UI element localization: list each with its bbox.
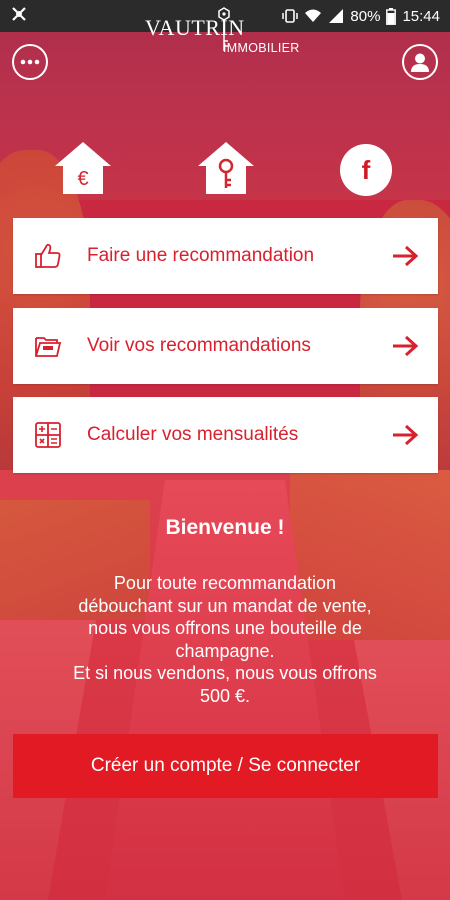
svg-text:€: €: [77, 168, 88, 190]
open-folder-icon: [33, 331, 63, 361]
welcome-line: Pour toute recommandation: [113, 573, 337, 593]
battery-icon: [386, 7, 397, 25]
logo-sub-text: IMMOBILIER: [223, 41, 300, 55]
welcome-line: nous vous offrons une bouteille de: [88, 618, 362, 638]
more-dots-icon[interactable]: [12, 44, 48, 80]
app-notification-icon: [10, 5, 28, 27]
arrow-right-icon: [390, 241, 420, 271]
action-view-recommendations[interactable]: Voir vos recommandations: [13, 308, 438, 384]
action-label: Voir vos recommandations: [87, 335, 311, 356]
brand-logo: VAUTRIN IMMOBILIER: [145, 7, 310, 59]
action-label: Faire une recommandation: [87, 245, 315, 266]
welcome-line: débouchant sur un mandat de vente,: [78, 595, 372, 616]
facebook-icon[interactable]: f: [340, 144, 392, 196]
user-account-icon[interactable]: [402, 44, 438, 80]
battery-percent: 80%: [350, 7, 381, 25]
calculator-icon: [33, 420, 63, 450]
welcome-message: Pour toute recommandation débouchant sur…: [20, 572, 430, 707]
action-calculate[interactable]: Calculer vos mensualités: [13, 397, 438, 473]
thumbs-up-icon: [33, 241, 63, 271]
create-account-login-button[interactable]: Créer un compte / Se connecter: [13, 734, 438, 798]
shortcut-bar: € f: [0, 140, 450, 200]
welcome-line: 500 €.: [199, 685, 251, 706]
action-recommend[interactable]: Faire une recommandation: [13, 218, 438, 294]
arrow-right-icon: [390, 331, 420, 361]
action-label: Calculer vos mensualités: [87, 424, 299, 445]
welcome-title: Bienvenue !: [165, 516, 285, 539]
welcome-line: champagne.: [175, 640, 275, 661]
signal-icon: [328, 8, 344, 24]
house-key-icon[interactable]: [196, 140, 256, 201]
welcome-line: Et si nous vendons, nous vous offrons: [73, 663, 377, 683]
house-euro-icon[interactable]: €: [53, 140, 113, 201]
arrow-right-icon: [390, 420, 420, 450]
logo-main-text: VAUTRIN: [145, 15, 245, 40]
clock: 15:44: [402, 7, 440, 25]
